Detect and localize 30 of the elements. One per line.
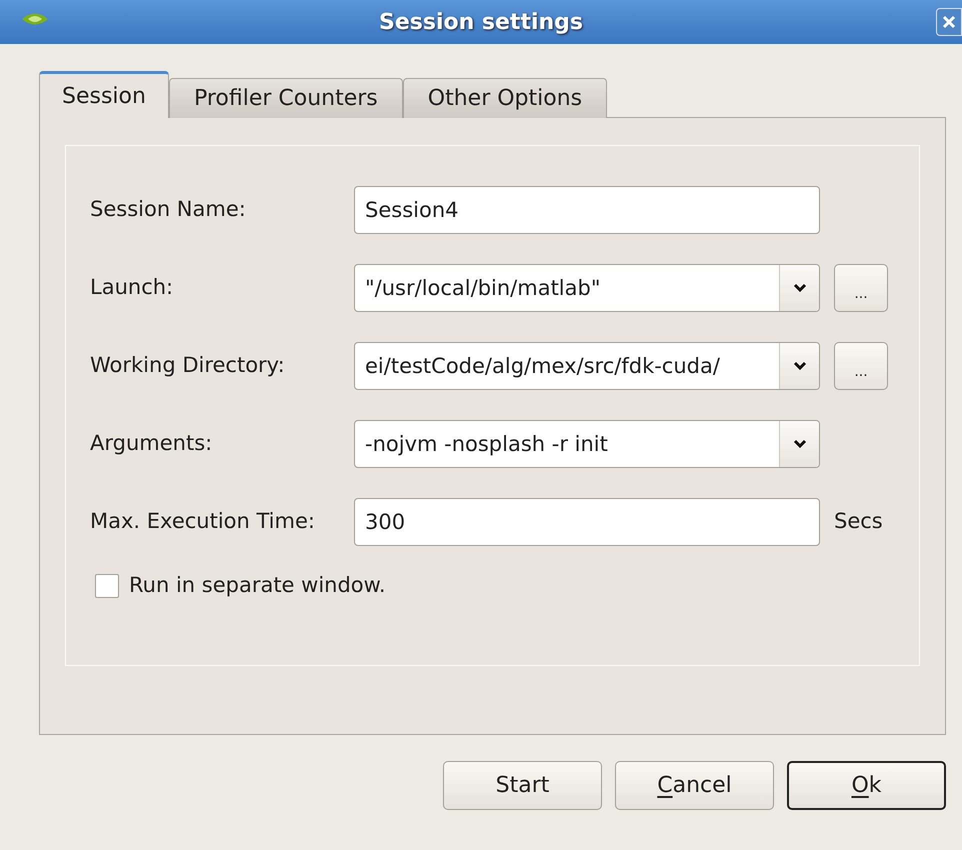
tab[interactable]: Session — [39, 71, 169, 118]
window-title: Session settings — [378, 8, 584, 36]
browse-button[interactable]: ... — [834, 264, 888, 312]
checkbox[interactable] — [95, 574, 119, 598]
checkbox-label: Run in separate window. — [129, 572, 386, 599]
combo-value: -nojvm -nosplash -r init — [364, 431, 609, 458]
text-field[interactable]: 300 — [354, 498, 820, 546]
close-button[interactable] — [936, 8, 962, 36]
tab[interactable]: Other Options — [402, 78, 608, 118]
dialog-button[interactable]: Cancel — [615, 761, 774, 810]
combo-box[interactable]: -nojvm -nosplash -r init — [354, 420, 820, 468]
field-label: Arguments: — [90, 430, 214, 458]
close-icon — [942, 15, 956, 29]
browse-button[interactable]: ... — [834, 342, 888, 390]
chevron-down-icon — [792, 361, 806, 371]
combo-value: ei/testCode/alg/mex/src/fdk-cuda/ — [364, 353, 721, 380]
chevron-down-icon — [792, 283, 806, 293]
text-field[interactable]: Session4 — [354, 186, 820, 234]
combo-box[interactable]: "/usr/local/bin/matlab" — [354, 264, 820, 312]
field-label: Session Name: — [90, 196, 247, 224]
tab[interactable]: Profiler Counters — [168, 78, 403, 118]
field-label: Working Directory: — [90, 352, 286, 380]
combo-value: "/usr/local/bin/matlab" — [364, 275, 602, 302]
combo-box[interactable]: ei/testCode/alg/mex/src/fdk-cuda/ — [354, 342, 820, 390]
chevron-down-icon — [792, 439, 806, 449]
unit-label: Secs — [834, 508, 883, 536]
field-label: Max. Execution Time: — [90, 508, 316, 536]
dialog-button[interactable]: Start — [443, 761, 602, 810]
field-label: Launch: — [90, 274, 174, 302]
dialog-button[interactable]: Ok — [787, 761, 946, 810]
